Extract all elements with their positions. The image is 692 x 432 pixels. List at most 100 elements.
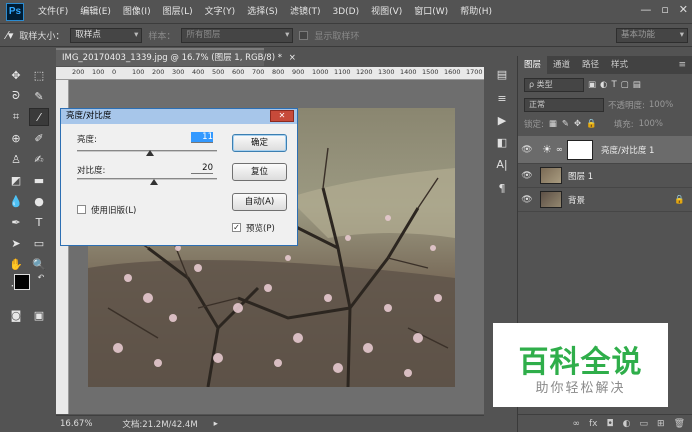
hand-tool-icon[interactable]: ✋ <box>6 255 26 273</box>
show-ring-checkbox[interactable] <box>299 31 309 40</box>
preview-checkbox[interactable]: ✓ <box>232 223 241 232</box>
dialog-title-bar[interactable]: 亮度/对比度 ✕ <box>61 109 297 124</box>
document-tab[interactable]: IMG_20170403_1339.jpg @ 16.7% (图层 1, RGB… <box>56 48 296 66</box>
quick-mask-icon[interactable]: ◙ <box>6 306 26 324</box>
panel-menu-icon[interactable]: ≡ <box>678 56 686 74</box>
eyedropper-tool-icon[interactable]: ⁄▾ <box>6 29 13 42</box>
move-tool-icon[interactable]: ✥ <box>6 66 26 84</box>
lock-paint-icon[interactable]: ✎ <box>562 119 569 129</box>
chain-link-icon[interactable]: ∞ <box>556 145 563 155</box>
foreground-color-swatch[interactable] <box>14 274 30 290</box>
close-icon[interactable]: ✕ <box>679 3 688 16</box>
delete-layer-icon[interactable]: 🗑 <box>674 419 685 429</box>
menu-image[interactable]: 图像(I) <box>117 0 157 24</box>
tab-channels[interactable]: 通道 <box>547 56 576 74</box>
maximize-icon[interactable]: ▫ <box>661 3 668 16</box>
history-brush-icon[interactable]: ✍ <box>29 150 49 168</box>
brightness-input[interactable]: 11 <box>191 132 213 143</box>
menu-window[interactable]: 窗口(W) <box>408 0 454 24</box>
type-tool-icon[interactable]: T <box>29 213 49 231</box>
sample-select[interactable]: 所有图层 <box>181 28 294 43</box>
filter-type-icon[interactable]: T <box>611 80 616 90</box>
menu-layer[interactable]: 图层(L) <box>157 0 199 24</box>
layer-row[interactable]: 👁 背景 🔒 <box>518 188 692 212</box>
fill-value[interactable]: 100% <box>639 119 663 129</box>
dodge-tool-icon[interactable]: ● <box>29 192 49 210</box>
path-select-icon[interactable]: ➤ <box>6 234 26 252</box>
contrast-input[interactable]: 20 <box>191 163 213 174</box>
actions-panel-icon[interactable]: ▶ <box>493 112 511 128</box>
gradient-tool-icon[interactable]: ▬ <box>29 171 49 189</box>
pen-tool-icon[interactable]: ✒ <box>6 213 26 231</box>
menu-file[interactable]: 文件(F) <box>32 0 74 24</box>
healing-brush-icon[interactable]: ⊕ <box>6 129 26 147</box>
marquee-tool-icon[interactable]: ⬚ <box>29 66 49 84</box>
character-panel-icon[interactable]: A| <box>493 156 511 172</box>
reset-button[interactable]: 复位 <box>232 163 287 181</box>
layer-name[interactable]: 图层 1 <box>568 170 593 182</box>
opacity-value[interactable]: 100% <box>649 100 673 110</box>
status-arrow-icon[interactable]: ▸ <box>214 419 218 429</box>
tab-layers[interactable]: 图层 <box>518 56 548 74</box>
legacy-checkbox[interactable] <box>77 205 86 214</box>
lock-move-icon[interactable]: ✥ <box>574 119 581 129</box>
lasso-tool-icon[interactable]: ᘐ <box>6 87 26 105</box>
screen-mode-icon[interactable]: ▣ <box>29 306 49 324</box>
lock-all-icon[interactable]: 🔒 <box>586 119 597 129</box>
adjustments-panel-icon[interactable]: ◧ <box>493 134 511 150</box>
tab-paths[interactable]: 路径 <box>576 56 605 74</box>
close-tab-icon[interactable]: × <box>289 53 296 63</box>
properties-panel-icon[interactable]: ≡ <box>493 90 511 106</box>
dialog-close-button[interactable]: ✕ <box>270 110 294 122</box>
menu-filter[interactable]: 滤镜(T) <box>284 0 327 24</box>
layer-filter-select[interactable]: ρ 类型 <box>524 78 584 92</box>
layer-row[interactable]: 👁 ☀ ∞ 亮度/对比度 1 <box>518 136 692 164</box>
visibility-eye-icon[interactable]: 👁 <box>518 171 536 181</box>
contrast-slider-track[interactable] <box>77 178 217 180</box>
clone-stamp-icon[interactable]: ♙ <box>6 150 26 168</box>
new-layer-icon[interactable]: ⊞ <box>657 419 665 429</box>
link-layers-icon[interactable]: ∞ <box>573 419 581 429</box>
menu-type[interactable]: 文字(Y) <box>199 0 242 24</box>
minimize-icon[interactable]: — <box>640 3 651 16</box>
menu-view[interactable]: 视图(V) <box>365 0 408 24</box>
new-adjustment-icon[interactable]: ◐ <box>623 419 631 429</box>
swap-colors-icon[interactable]: ↶ <box>31 268 51 286</box>
history-panel-icon[interactable]: ▤ <box>493 66 511 82</box>
new-group-icon[interactable]: ▭ <box>640 419 649 429</box>
layer-style-icon[interactable]: fx <box>589 419 598 429</box>
menu-help[interactable]: 帮助(H) <box>454 0 498 24</box>
workspace-select[interactable]: 基本功能 <box>616 28 688 43</box>
add-mask-icon[interactable]: ◘ <box>607 419 614 429</box>
menu-edit[interactable]: 编辑(E) <box>74 0 117 24</box>
sample-size-select[interactable]: 取样点 <box>70 28 143 43</box>
layer-row[interactable]: 👁 图层 1 <box>518 164 692 188</box>
zoom-level[interactable]: 16.67% <box>60 419 92 429</box>
eyedropper-icon[interactable]: ⁄ <box>29 108 49 126</box>
layer-name[interactable]: 亮度/对比度 1 <box>601 144 654 156</box>
auto-button[interactable]: 自动(A) <box>232 193 287 211</box>
filter-adjust-icon[interactable]: ◐ <box>600 80 607 90</box>
crop-tool-icon[interactable]: ⌗ <box>6 108 26 126</box>
layer-mask-thumbnail[interactable] <box>566 139 593 160</box>
menu-select[interactable]: 选择(S) <box>241 0 284 24</box>
visibility-eye-icon[interactable]: 👁 <box>518 145 536 155</box>
brush-tool-icon[interactable]: ✐ <box>29 129 49 147</box>
quick-select-tool-icon[interactable]: ✎ <box>29 87 49 105</box>
filter-pixel-icon[interactable]: ▣ <box>588 80 596 90</box>
menu-3d[interactable]: 3D(D) <box>326 0 365 24</box>
shape-tool-icon[interactable]: ▭ <box>29 234 49 252</box>
lock-pixels-icon[interactable]: ▦ <box>549 119 557 129</box>
paragraph-panel-icon[interactable]: ¶ <box>493 180 511 196</box>
filter-smart-icon[interactable]: ▤ <box>633 80 641 90</box>
contrast-slider-thumb[interactable] <box>150 179 158 185</box>
eraser-tool-icon[interactable]: ◩ <box>6 171 26 189</box>
filter-shape-icon[interactable]: ▢ <box>621 80 629 90</box>
ok-button[interactable]: 确定 <box>232 134 287 152</box>
blend-mode-select[interactable]: 正常 <box>524 98 604 112</box>
layer-name[interactable]: 背景 <box>568 194 585 206</box>
blur-tool-icon[interactable]: 💧 <box>6 192 26 210</box>
brightness-slider-thumb[interactable] <box>145 150 154 156</box>
tab-styles[interactable]: 样式 <box>605 56 634 74</box>
visibility-eye-icon[interactable]: 👁 <box>518 195 536 205</box>
